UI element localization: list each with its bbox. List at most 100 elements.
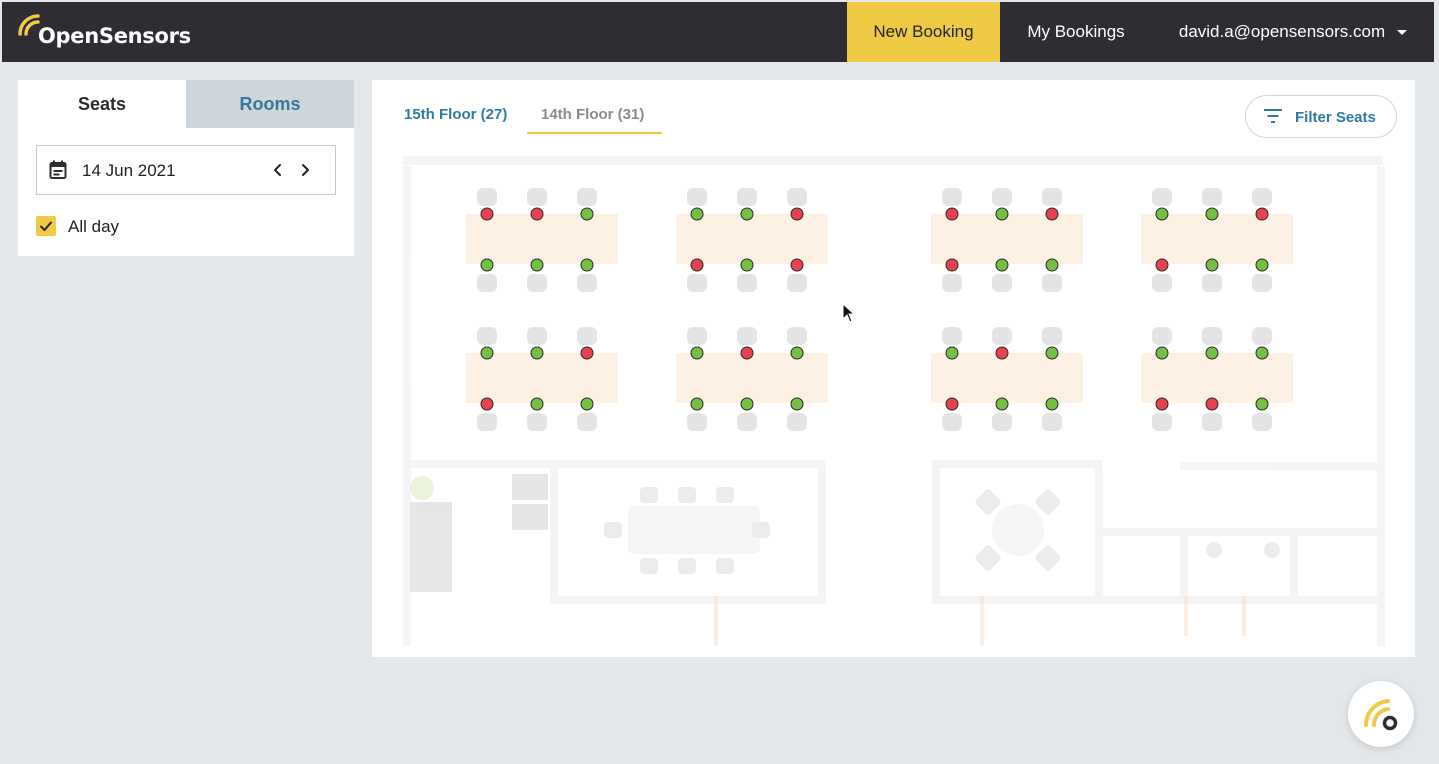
seat-available[interactable]	[580, 207, 594, 221]
chair	[527, 188, 547, 206]
seat-booked[interactable]	[1045, 207, 1059, 221]
date-picker[interactable]: 14 Jun 2021	[36, 145, 336, 195]
seat-booked[interactable]	[945, 397, 959, 411]
desk-table	[676, 353, 828, 403]
seat-booked[interactable]	[480, 397, 494, 411]
seat-available[interactable]	[1205, 346, 1219, 360]
desk-table	[1141, 214, 1293, 264]
desk-table	[466, 353, 618, 403]
seat-available[interactable]	[1255, 397, 1269, 411]
chair	[737, 188, 757, 206]
seat-available[interactable]	[740, 207, 754, 221]
seat-available[interactable]	[790, 346, 804, 360]
seat-available[interactable]	[995, 397, 1009, 411]
all-day-checkbox[interactable]	[36, 216, 56, 236]
seat-booked[interactable]	[530, 207, 544, 221]
seat-available[interactable]	[1205, 258, 1219, 272]
seat-booked[interactable]	[945, 258, 959, 272]
room-furniture	[410, 474, 1280, 646]
chair	[1152, 327, 1172, 345]
seat-booked[interactable]	[1255, 207, 1269, 221]
tab-rooms[interactable]: Rooms	[186, 80, 354, 128]
seat-available[interactable]	[1155, 346, 1169, 360]
chair	[577, 274, 597, 292]
tab-seats[interactable]: Seats	[18, 80, 186, 128]
floor-plan-map[interactable]	[400, 152, 1415, 657]
seat-available[interactable]	[690, 207, 704, 221]
active-floor-indicator	[527, 132, 662, 134]
chair	[477, 274, 497, 292]
desk-table	[931, 353, 1083, 403]
seat-available[interactable]	[995, 207, 1009, 221]
all-day-label: All day	[68, 217, 120, 236]
seat-available[interactable]	[740, 397, 754, 411]
next-day-chevron-right-icon[interactable]	[293, 158, 317, 182]
seat-booked[interactable]	[1155, 397, 1169, 411]
logo-text: OpenSensors	[38, 24, 191, 48]
previous-day-chevron-left-icon[interactable]	[266, 158, 290, 182]
seat-booked[interactable]	[690, 258, 704, 272]
seat-booked[interactable]	[790, 207, 804, 221]
seat-available[interactable]	[1045, 346, 1059, 360]
seat-available[interactable]	[790, 397, 804, 411]
seat-booked[interactable]	[480, 207, 494, 221]
chair	[477, 413, 497, 431]
opensensors-logo[interactable]: OpenSensors	[16, 10, 191, 54]
seat-available[interactable]	[690, 397, 704, 411]
seat-available[interactable]	[580, 397, 594, 411]
seat-available[interactable]	[995, 258, 1009, 272]
chair	[1252, 274, 1272, 292]
floor-map-panel: 15th Floor (27) 14th Floor (31) Filter S…	[372, 80, 1415, 657]
seat-available[interactable]	[945, 346, 959, 360]
seat-available[interactable]	[530, 258, 544, 272]
seat-available[interactable]	[1045, 258, 1059, 272]
chevron-down-icon	[1397, 30, 1408, 36]
seat-booked[interactable]	[1155, 258, 1169, 272]
seat-booked[interactable]	[995, 346, 1009, 360]
seat-available[interactable]	[530, 397, 544, 411]
seat-available[interactable]	[1255, 346, 1269, 360]
chair	[737, 274, 757, 292]
my-bookings-button[interactable]: My Bookings	[1000, 2, 1152, 62]
seat-available[interactable]	[1205, 207, 1219, 221]
chair	[1202, 413, 1222, 431]
chair	[737, 413, 757, 431]
seat-available[interactable]	[1255, 258, 1269, 272]
seat-booked[interactable]	[1205, 397, 1219, 411]
chair	[477, 188, 497, 206]
opensensors-chat-icon	[1363, 699, 1398, 731]
user-email: david.a@opensensors.com	[1178, 22, 1386, 41]
seat-booked[interactable]	[580, 346, 594, 360]
seat-available[interactable]	[1045, 397, 1059, 411]
desk-cluster	[676, 327, 828, 431]
chat-widget-button[interactable]	[1348, 681, 1414, 747]
seat-booked[interactable]	[790, 258, 804, 272]
desk-cluster	[676, 188, 828, 292]
seat-booked[interactable]	[740, 346, 754, 360]
seat-booked[interactable]	[945, 207, 959, 221]
user-menu-dropdown[interactable]: david.a@opensensors.com	[1152, 2, 1434, 62]
chair	[787, 413, 807, 431]
chair	[687, 274, 707, 292]
chair	[1252, 327, 1272, 345]
desk-table	[466, 214, 618, 264]
seat-available[interactable]	[580, 258, 594, 272]
desk-cluster	[466, 188, 618, 292]
desk-cluster	[1141, 327, 1293, 431]
chair	[1152, 413, 1172, 431]
tab-14th-floor[interactable]: 14th Floor (31)	[541, 106, 644, 123]
seat-available[interactable]	[480, 346, 494, 360]
seat-available[interactable]	[480, 258, 494, 272]
seat-available[interactable]	[1155, 207, 1169, 221]
checkmark-icon	[40, 221, 52, 231]
chair	[737, 327, 757, 345]
tab-15th-floor[interactable]: 15th Floor (27)	[404, 106, 507, 123]
seat-available[interactable]	[690, 346, 704, 360]
seat-available[interactable]	[740, 258, 754, 272]
chair	[577, 188, 597, 206]
seat-available[interactable]	[530, 346, 544, 360]
new-booking-button[interactable]: New Booking	[847, 2, 1000, 62]
desk-cluster	[931, 188, 1083, 292]
filter-seats-button[interactable]: Filter Seats	[1245, 95, 1397, 138]
chair	[1152, 274, 1172, 292]
